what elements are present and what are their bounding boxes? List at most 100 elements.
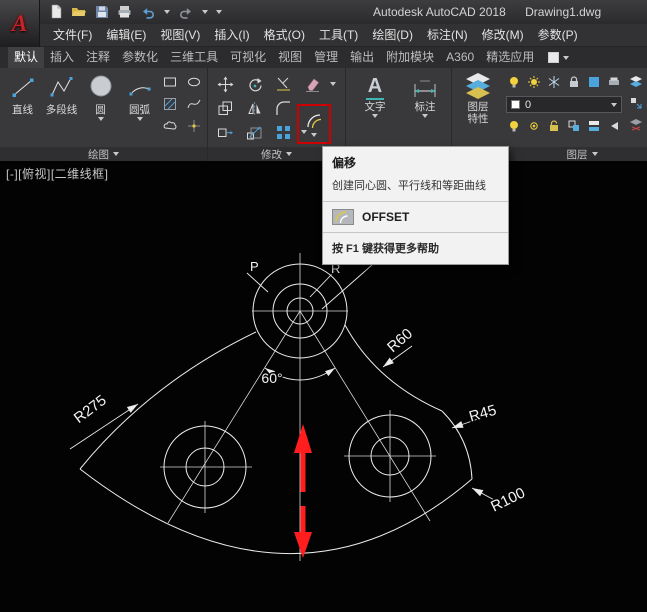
point-icon[interactable] <box>187 119 201 133</box>
array-icon[interactable] <box>275 124 292 141</box>
arc-dropdown-icon[interactable] <box>137 117 143 121</box>
offset-tool-button[interactable] <box>301 108 327 141</box>
window-title: Autodesk AutoCAD 2018 Drawing1.dwg <box>373 5 601 19</box>
tab-output[interactable]: 输出 <box>344 47 380 68</box>
line-tool-button[interactable]: 直线 <box>4 71 41 121</box>
viewport-controls[interactable]: [-][俯视][二维线框] <box>6 165 109 182</box>
tab-visualize[interactable]: 可视化 <box>224 47 272 68</box>
dimension-tool-label: 标注 <box>415 101 436 113</box>
layer-walk-icon[interactable] <box>567 119 581 133</box>
hatch-icon[interactable] <box>163 97 177 111</box>
scale-icon[interactable] <box>246 124 263 141</box>
layer-color-swatch <box>511 100 520 109</box>
layer-on-icon[interactable] <box>507 119 521 133</box>
layer-isolate-icon[interactable] <box>527 75 541 89</box>
dim-r100: R100 <box>488 484 528 515</box>
stretch-icon[interactable] <box>217 124 234 141</box>
drawing-outline[interactable] <box>80 325 472 554</box>
layer-freeze-icon[interactable] <box>547 75 561 89</box>
text-tool-button[interactable]: A 文字 <box>352 70 398 118</box>
text-tool-label: 文字 <box>365 101 386 113</box>
layer-merge-icon[interactable] <box>629 96 643 110</box>
circle-dropdown-icon[interactable] <box>98 117 104 121</box>
revcloud-icon[interactable] <box>163 119 177 133</box>
qat-customize-icon[interactable] <box>216 10 222 14</box>
open-file-icon[interactable] <box>71 4 86 19</box>
fillet-icon[interactable] <box>275 100 292 117</box>
layer-select-combo[interactable]: 0 <box>506 96 622 113</box>
dim-r45: R45 <box>467 402 498 426</box>
layer-off-icon[interactable] <box>507 75 521 89</box>
layer-unlock-icon[interactable] <box>547 119 561 133</box>
app-menu-button[interactable]: A <box>0 0 40 47</box>
tab-manage[interactable]: 管理 <box>308 47 344 68</box>
drawing-circles[interactable] <box>164 264 431 508</box>
tab-insert[interactable]: 插入 <box>44 47 80 68</box>
layer-match-icon[interactable] <box>587 119 601 133</box>
tab-a360[interactable]: A360 <box>440 47 480 68</box>
circle-tool-button[interactable]: 圆 <box>82 71 119 121</box>
modify-panel-label-text: 修改 <box>261 147 282 162</box>
layer-extra-tools <box>628 75 644 131</box>
polyline-tool-button[interactable]: 多段线 <box>43 71 80 121</box>
ellipse-icon[interactable] <box>187 75 201 89</box>
menu-item-edit[interactable]: 编辑(E) <box>99 24 153 46</box>
move-icon[interactable] <box>217 76 234 93</box>
polyline-tool-label: 多段线 <box>46 104 78 116</box>
tab-3d-tools[interactable]: 三维工具 <box>164 47 224 68</box>
tab-featured-apps[interactable]: 精选应用 <box>480 47 540 68</box>
line-icon <box>10 74 36 100</box>
trim-icon[interactable] <box>275 76 292 93</box>
layer-properties-button[interactable]: 图层 特性 <box>455 71 501 145</box>
undo-icon[interactable] <box>140 4 156 19</box>
draw-panel-label-text: 绘图 <box>88 147 109 162</box>
undo-dropdown-icon[interactable] <box>164 10 170 14</box>
tab-annotate[interactable]: 注释 <box>80 47 116 68</box>
dimension-tool-button[interactable]: 标注 <box>402 70 448 118</box>
offset-dropdown-icon <box>311 133 317 137</box>
erase-icon[interactable] <box>304 76 321 93</box>
layer-state-icon[interactable] <box>629 75 643 89</box>
centerlines <box>160 253 436 561</box>
rectangle-icon[interactable] <box>163 75 177 89</box>
spline-icon[interactable] <box>187 97 201 111</box>
menu-item-insert[interactable]: 插入(I) <box>207 24 256 46</box>
menu-item-file[interactable]: 文件(F) <box>46 24 99 46</box>
menu-item-dimension[interactable]: 标注(N) <box>420 24 475 46</box>
layer-delete-icon[interactable] <box>629 117 643 131</box>
mirror-icon[interactable] <box>246 100 263 117</box>
circle-tool-label: 圆 <box>95 104 106 116</box>
dimension-dropdown-icon[interactable] <box>422 114 428 118</box>
redo-dropdown-icon[interactable] <box>202 10 208 14</box>
dimension-texts: R275 R60 R45 R100 60° P R <box>71 259 528 515</box>
menu-item-modify[interactable]: 修改(M) <box>475 24 531 46</box>
rotate-icon[interactable] <box>246 76 263 93</box>
arc-tool-button[interactable]: 圆弧 <box>121 71 158 121</box>
draw-panel-label[interactable]: 绘图 <box>0 147 207 161</box>
menu-item-tools[interactable]: 工具(T) <box>312 24 365 46</box>
menu-item-format[interactable]: 格式(O) <box>257 24 312 46</box>
layer-prev-icon[interactable] <box>607 119 621 133</box>
tab-add-ins[interactable]: 附加模块 <box>380 47 440 68</box>
tab-view[interactable]: 视图 <box>272 47 308 68</box>
menu-item-view[interactable]: 视图(V) <box>153 24 207 46</box>
layer-lock-icon[interactable] <box>567 75 581 89</box>
save-icon[interactable] <box>94 4 109 19</box>
circle-icon <box>88 74 114 100</box>
tab-default[interactable]: 默认 <box>8 47 44 68</box>
text-dropdown-icon[interactable] <box>372 114 378 118</box>
redo-icon[interactable] <box>178 4 194 19</box>
layer-plot-icon[interactable] <box>607 75 621 89</box>
layer-color-icon[interactable] <box>587 75 601 89</box>
layer-thaw-icon[interactable] <box>527 119 541 133</box>
menu-item-draw[interactable]: 绘图(D) <box>365 24 420 46</box>
offset-thumbnail-icon <box>332 209 354 225</box>
tab-parametric[interactable]: 参数化 <box>116 47 164 68</box>
menu-item-parametric[interactable]: 参数(P) <box>531 24 585 46</box>
ribbon-display-toggle[interactable] <box>548 52 569 63</box>
new-file-icon[interactable] <box>48 4 63 19</box>
plot-icon[interactable] <box>117 4 132 19</box>
modify-row1-dropdown-icon[interactable] <box>330 82 336 86</box>
dim-angle: 60° <box>261 370 282 386</box>
copy-icon[interactable] <box>217 100 234 117</box>
